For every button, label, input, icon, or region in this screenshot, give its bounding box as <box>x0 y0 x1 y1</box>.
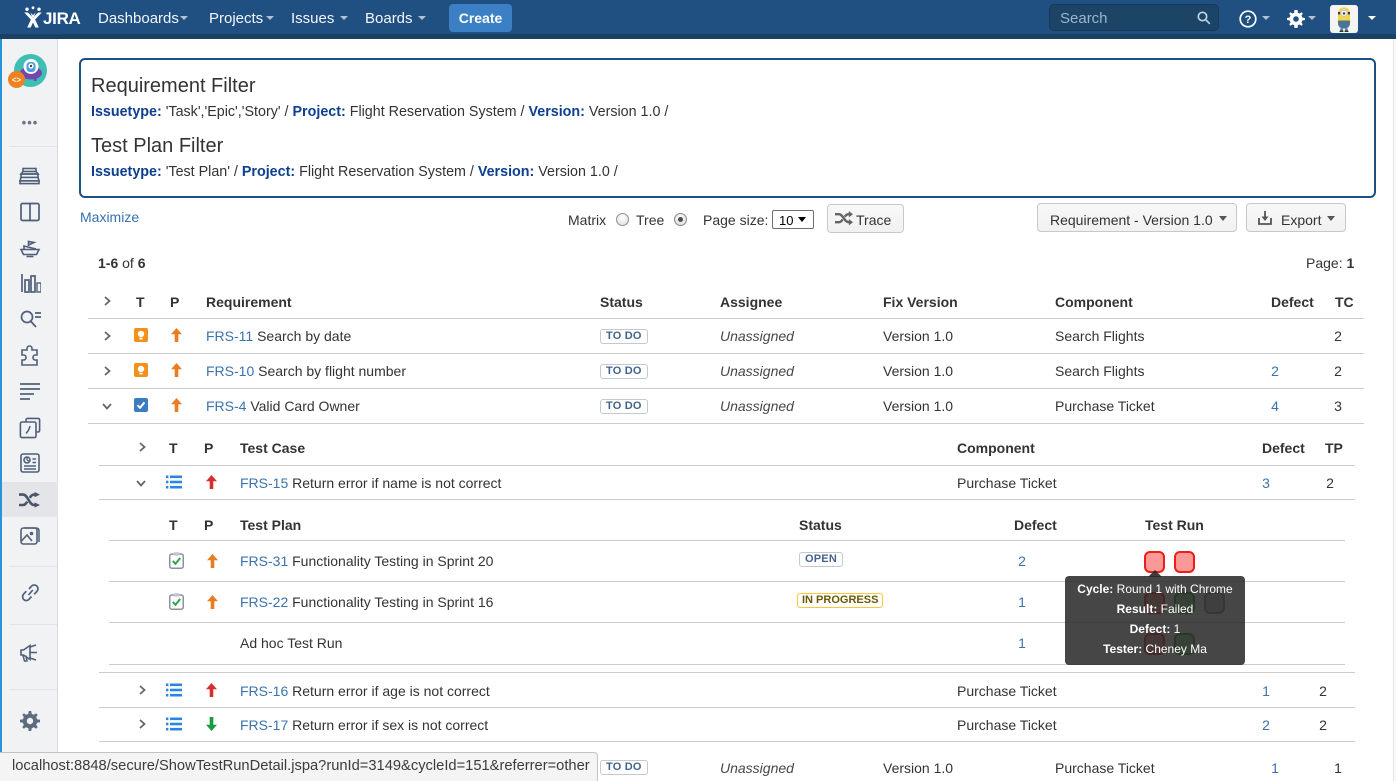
svg-text:<>: <> <box>12 76 22 85</box>
svg-text:?: ? <box>1245 14 1252 26</box>
